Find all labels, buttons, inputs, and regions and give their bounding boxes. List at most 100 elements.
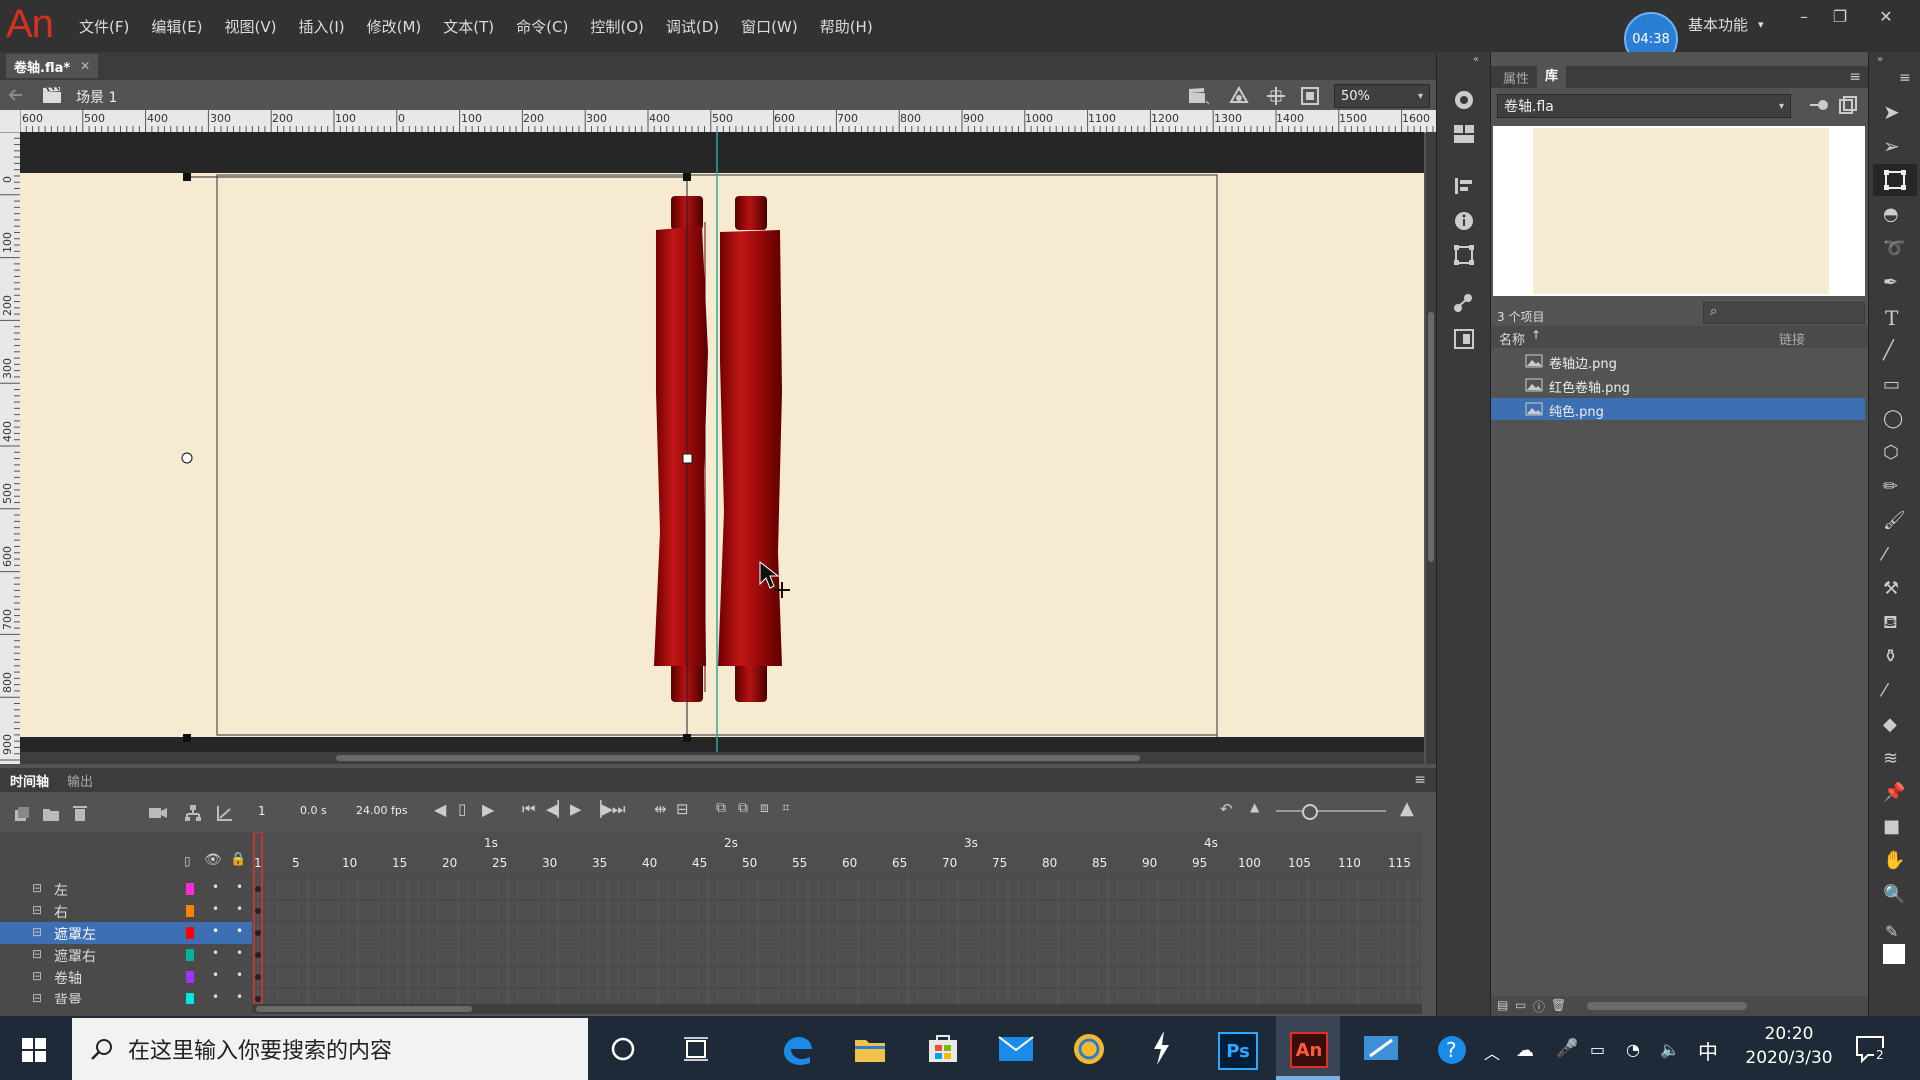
layer-row-遮罩右[interactable]: ⊟ 遮罩右 • • <box>0 944 252 966</box>
menu-help[interactable]: 帮助(H) <box>809 16 884 37</box>
library-search-input[interactable]: ⌕ <box>1703 302 1865 324</box>
panel-menu-icon[interactable]: ≡ <box>1899 70 1911 86</box>
onion-markers-icon[interactable]: ⌗ <box>782 800 790 816</box>
menu-commands[interactable]: 命令(C) <box>505 16 579 37</box>
layer-color-swatch[interactable] <box>186 927 194 939</box>
screen-recorder-icon[interactable] <box>1362 1032 1402 1066</box>
collapse-icon[interactable]: » <box>1877 54 1883 65</box>
frame-area[interactable]: 1s 2s 3s 4s 1 5 10 15 20 25 30 35 40 45 … <box>252 832 1422 1004</box>
keyframe-dot[interactable] <box>255 886 261 892</box>
keyframe-dot[interactable] <box>255 996 261 1002</box>
clip-content-icon[interactable] <box>1300 86 1320 106</box>
help-icon[interactable]: ? <box>1436 1034 1468 1066</box>
menu-insert[interactable]: 插入(I) <box>288 16 356 37</box>
assets-icon[interactable] <box>1453 328 1475 350</box>
onion-skin-icon[interactable]: ⧉ <box>716 800 726 816</box>
new-symbol-icon[interactable]: ▤ <box>1497 998 1508 1012</box>
app-lightning-icon[interactable] <box>1150 1030 1172 1066</box>
new-folder-icon[interactable]: ▭ <box>1515 998 1526 1012</box>
stage-horizontal-scrollbar[interactable] <box>20 752 1424 764</box>
keyframe-dot[interactable] <box>255 908 261 914</box>
column-name-header[interactable]: 名称 <box>1499 329 1525 348</box>
restore-button[interactable]: ❐ <box>1822 4 1858 30</box>
eraser-tool-icon[interactable]: ◆ <box>1883 714 1897 735</box>
document-tab[interactable]: 卷轴.fla* ✕ <box>6 54 99 78</box>
timeline-horizontal-scrollbar[interactable] <box>252 1004 1422 1014</box>
transform-selection[interactable] <box>181 173 693 742</box>
new-folder-icon[interactable] <box>42 806 60 822</box>
3d-rotation-tool-icon[interactable]: ◓ <box>1883 204 1899 225</box>
menu-text[interactable]: 文本(T) <box>432 16 505 37</box>
layer-row-左[interactable]: ⊟ 左 • • <box>0 878 252 900</box>
camera-tool-icon[interactable]: ■ <box>1883 816 1900 837</box>
cortana-icon[interactable] <box>610 1036 636 1062</box>
transform-icon[interactable] <box>1453 244 1475 266</box>
layer-color-swatch[interactable] <box>186 971 194 983</box>
keyframe-dot[interactable] <box>255 974 261 980</box>
undo-icon[interactable]: ↶ <box>1220 800 1233 818</box>
paint-bucket-tool-icon[interactable]: ⛾ <box>1883 612 1898 636</box>
pencil-tool-icon[interactable]: ✏ <box>1883 476 1898 497</box>
selection-tool-icon[interactable]: ➤ <box>1883 100 1900 124</box>
transform-handle[interactable] <box>682 453 693 464</box>
step-forward-icon[interactable]: ▕▶ <box>590 800 613 818</box>
microsoft-store-icon[interactable] <box>928 1032 958 1064</box>
close-icon[interactable]: ✕ <box>80 59 90 73</box>
lock-dot[interactable]: • <box>236 968 243 982</box>
timeline-zoom-slider[interactable] <box>1276 810 1386 812</box>
menu-file[interactable]: 文件(F) <box>68 16 140 37</box>
motion-presets-icon[interactable] <box>1451 88 1477 112</box>
scrollbar-thumb[interactable] <box>336 755 1140 761</box>
photoshop-icon[interactable]: Ps <box>1218 1032 1258 1070</box>
keyframe-dot[interactable] <box>255 930 261 936</box>
lock-dot[interactable]: • <box>236 946 243 960</box>
line-tool-icon[interactable]: ╱ <box>1883 340 1894 361</box>
clock[interactable]: 20:20 2020/3/30 <box>1744 1024 1834 1068</box>
prev-keyframe-icon[interactable]: ◀ <box>434 800 446 819</box>
new-library-panel-icon[interactable] <box>1839 96 1857 114</box>
lasso-tool-icon[interactable]: ➰ <box>1883 238 1905 259</box>
red-scroll-right[interactable] <box>718 196 782 702</box>
center-frame-icon[interactable]: ⊟ <box>676 800 689 818</box>
panel-menu-icon[interactable]: ≡ <box>1414 772 1426 788</box>
chevron-up-icon[interactable]: ︿ <box>1484 1040 1500 1064</box>
last-frame-icon[interactable]: ⏭ <box>612 800 626 818</box>
menu-view[interactable]: 视图(V) <box>214 16 288 37</box>
file-explorer-icon[interactable] <box>854 1034 886 1064</box>
rectangle-tool-icon[interactable]: ▭ <box>1883 374 1900 395</box>
visibility-dot[interactable]: • <box>212 924 219 938</box>
eyedropper-tool-icon[interactable]: ⁄ <box>1883 680 1886 701</box>
tab-properties[interactable]: 属性 <box>1503 68 1529 87</box>
windows-start-icon[interactable] <box>22 1038 46 1062</box>
first-frame-icon[interactable]: ⏮ <box>522 800 536 818</box>
edit-multiple-frames-icon[interactable]: ⧈ <box>760 800 769 816</box>
mail-icon[interactable] <box>998 1036 1034 1062</box>
taskbar-search-input[interactable]: 在这里输入你要搜索的内容 <box>72 1018 588 1080</box>
lock-icon[interactable]: 🔒 <box>230 852 246 867</box>
components-icon[interactable] <box>1453 124 1475 144</box>
notification-center[interactable]: 2 <box>1854 1034 1888 1068</box>
tab-output[interactable]: 输出 <box>67 771 93 790</box>
back-arrow-icon[interactable] <box>8 88 24 102</box>
layer-row-卷轴[interactable]: ⊟ 卷轴 • • <box>0 966 252 988</box>
transform-handle[interactable] <box>683 734 691 742</box>
current-frame[interactable]: 1 <box>258 804 266 818</box>
edge-browser-icon[interactable] <box>780 1034 814 1066</box>
pen-tool-icon[interactable]: ✒ <box>1883 272 1898 293</box>
frame-rate[interactable]: 24.00 fps <box>356 804 408 817</box>
workspace-switcher[interactable]: 基本功能 ▾ <box>1688 14 1764 35</box>
subselection-tool-icon[interactable]: ➢ <box>1883 134 1900 158</box>
red-scroll-left[interactable] <box>654 196 708 702</box>
fill-color-swatch[interactable] <box>1883 944 1905 964</box>
collapse-icon[interactable]: « <box>1473 54 1479 65</box>
stroke-color-icon[interactable]: ✎ <box>1885 922 1898 941</box>
cloud-icon[interactable]: ☁ <box>1516 1040 1534 1061</box>
library-horizontal-scrollbar[interactable] <box>1587 1002 1747 1010</box>
visibility-dot[interactable]: • <box>212 990 219 1004</box>
camera-icon[interactable] <box>148 806 168 820</box>
panel-menu-icon[interactable]: ≡ <box>1849 69 1861 85</box>
center-stage-icon[interactable] <box>1266 86 1286 106</box>
library-item[interactable]: 卷轴边.png <box>1491 350 1865 372</box>
brush-tool-icon[interactable]: ⁄ <box>1883 544 1886 565</box>
scrollbar-thumb[interactable] <box>1428 312 1434 562</box>
